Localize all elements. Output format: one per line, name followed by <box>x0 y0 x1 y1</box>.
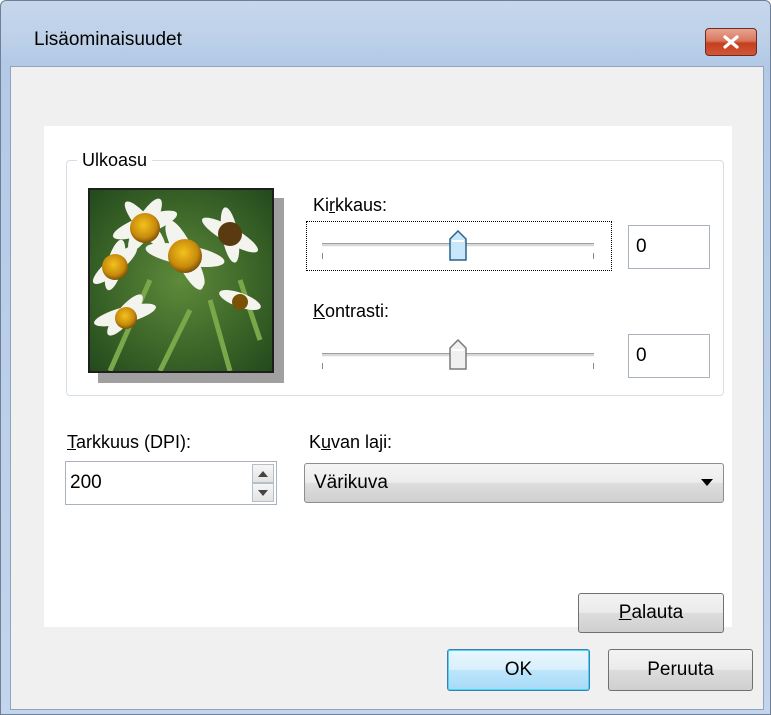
contrast-label: Kontrasti: <box>313 301 390 321</box>
resolution-label: Tarkkuus (DPI): <box>67 432 192 452</box>
contrast-slider-thumb[interactable] <box>448 338 468 371</box>
ok-button[interactable]: OK <box>447 649 590 691</box>
brightness-slider-thumb[interactable] <box>448 229 468 262</box>
close-button[interactable] <box>705 28 757 56</box>
resolution-spin-down[interactable] <box>252 483 274 502</box>
window-title: Lisäominaisuudet <box>34 29 182 50</box>
arrow-down-icon <box>258 489 268 496</box>
title-bar[interactable]: Lisäominaisuudet <box>1 1 770 67</box>
settings-panel: Ulkoasu Kirkkaus: 0 Kontrasti: 0 Tarkkuu… <box>44 126 732 633</box>
dialog-window: Lisäominaisuudet Ulkoasu Kirkkaus: 0 Kon… <box>0 0 771 715</box>
appearance-group-label: Ulkoasu <box>77 150 153 171</box>
brightness-tick-max <box>593 253 594 259</box>
picture-type-selected: Värikuva <box>314 472 388 493</box>
contrast-value-field[interactable]: 0 <box>628 334 710 378</box>
brightness-label: Kirkkaus: <box>313 195 388 215</box>
dialog-client-area: Ulkoasu Kirkkaus: 0 Kontrasti: 0 Tarkkuu… <box>10 66 764 710</box>
resolution-input[interactable]: 200 <box>65 461 277 505</box>
contrast-tick-min <box>322 363 323 369</box>
picture-type-label: Kuvan laji: <box>309 432 393 452</box>
brightness-value-field[interactable]: 0 <box>628 225 710 269</box>
contrast-tick-max <box>593 363 594 369</box>
arrow-up-icon <box>258 470 268 477</box>
close-icon <box>723 35 739 49</box>
cancel-button[interactable]: Peruuta <box>608 649 753 691</box>
brightness-tick-min <box>322 253 323 259</box>
chevron-down-icon <box>701 479 713 486</box>
picture-type-select[interactable]: Värikuva <box>304 463 724 503</box>
resolution-spin-up[interactable] <box>252 464 274 483</box>
reset-button[interactable]: Palauta <box>578 593 724 633</box>
preview-image <box>88 188 274 373</box>
